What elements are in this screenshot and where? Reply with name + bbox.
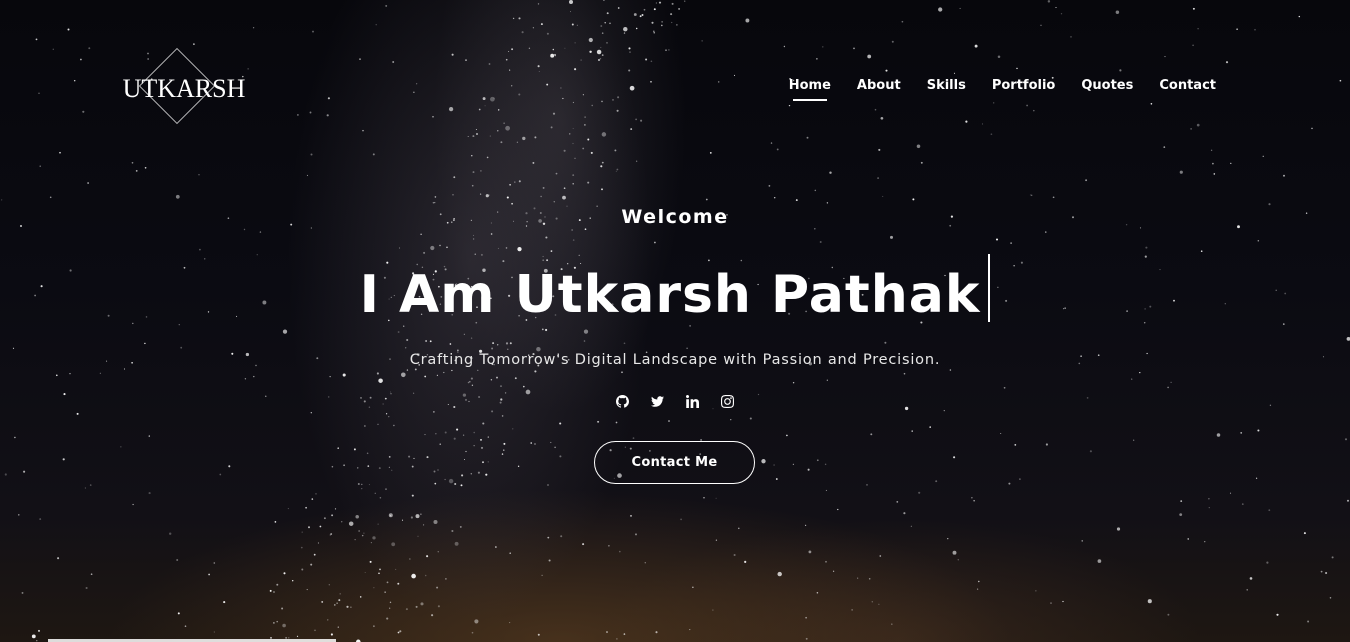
nav-skills[interactable]: Skills [927,78,966,101]
contact-me-button[interactable]: Contact Me [594,441,755,484]
nav-portfolio[interactable]: Portfolio [992,78,1056,101]
instagram-icon[interactable] [721,393,735,409]
brand-logo[interactable]: UTKARSH [118,47,250,126]
nav-home[interactable]: Home [789,78,831,101]
nav-about[interactable]: About [857,78,901,101]
hero-tagline: Crafting Tomorrow's Digital Landscape wi… [409,352,941,368]
linkedin-icon[interactable] [686,393,700,409]
welcome-text: Welcome [621,206,729,228]
nav-quotes[interactable]: Quotes [1081,78,1133,101]
logo-text: UTKARSH [122,74,246,103]
typing-caret [988,254,991,322]
hero-headline: I Am Utkarsh Pathak [0,254,1350,325]
main-nav: Home About Skills Portfolio Quotes Conta… [789,78,1216,101]
github-icon[interactable] [616,393,630,409]
hero-headline-text: I Am Utkarsh Pathak [359,265,981,325]
social-links [0,393,1350,409]
nav-contact[interactable]: Contact [1159,78,1216,101]
twitter-icon[interactable] [651,393,665,409]
